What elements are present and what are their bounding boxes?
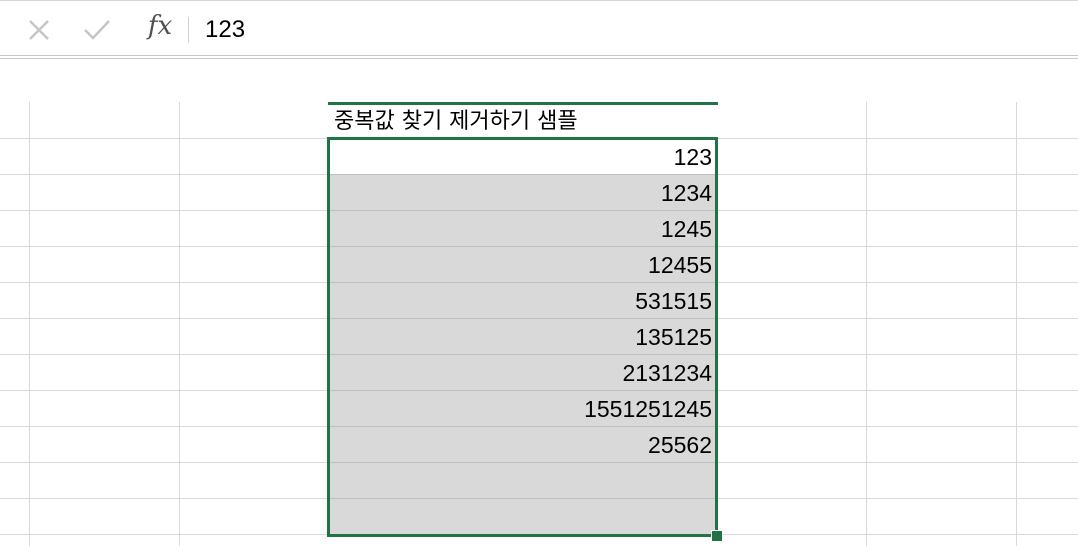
cell-value[interactable] — [328, 498, 712, 534]
header-cell[interactable]: 중복값 찾기 제거하기 샘플 — [328, 102, 718, 138]
formula-bar-divider-bottom — [0, 58, 1078, 59]
cell-value[interactable]: 1551251245 — [328, 390, 712, 426]
insert-function-button[interactable]: fx — [140, 11, 180, 41]
formula-bar: fx 123 — [0, 0, 1078, 56]
cancel-icon[interactable] — [24, 15, 54, 45]
column-gridline — [1016, 102, 1017, 546]
cell-value[interactable]: 531515 — [328, 282, 712, 318]
cell-value[interactable]: 1245 — [328, 210, 712, 246]
cell-value[interactable] — [328, 462, 712, 498]
cell-value[interactable]: 2131234 — [328, 354, 712, 390]
formula-input[interactable]: 123 — [205, 15, 245, 45]
cell-value[interactable]: 123 — [328, 138, 712, 174]
column-gridline — [866, 102, 867, 546]
column-gridline — [29, 102, 30, 546]
fill-handle[interactable] — [711, 530, 723, 542]
cell-value[interactable]: 1234 — [328, 174, 712, 210]
cell-value[interactable]: 12455 — [328, 246, 712, 282]
column-gridline — [179, 102, 180, 546]
formula-bar-divider — [188, 17, 189, 43]
cell-value[interactable]: 25562 — [328, 426, 712, 462]
cell-value[interactable]: 135125 — [328, 318, 712, 354]
check-icon[interactable] — [82, 15, 112, 45]
